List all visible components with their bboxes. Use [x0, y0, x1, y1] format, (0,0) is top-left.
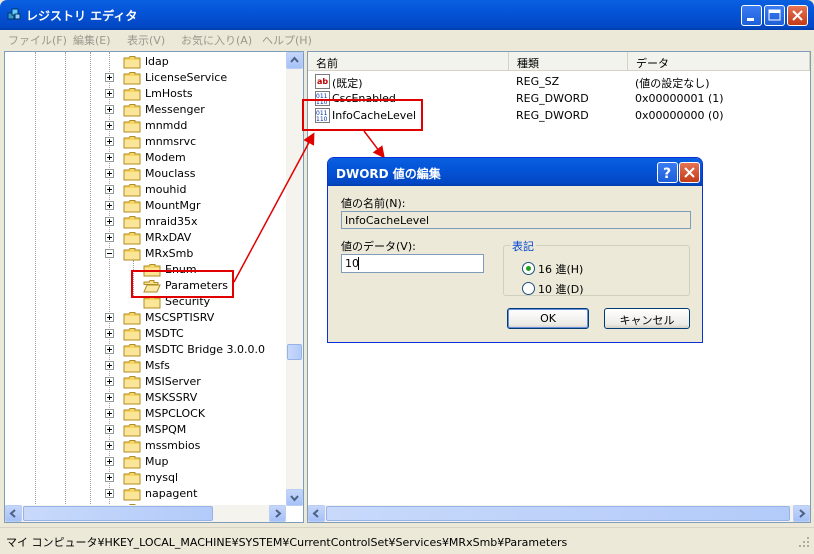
radio-dec[interactable]	[522, 282, 535, 295]
radio-hex-label[interactable]: 16 進(H)	[538, 261, 583, 277]
close-icon	[684, 167, 695, 178]
cancel-label: キャンセル	[619, 314, 675, 327]
radio-dec-label[interactable]: 10 進(D)	[538, 281, 584, 297]
cancel-button[interactable]: キャンセル	[604, 308, 690, 329]
dialog-close-button[interactable]	[679, 162, 700, 183]
value-data-label: 値のデータ(V):	[341, 240, 416, 253]
value-data-text: 10	[345, 257, 359, 270]
text-caret	[358, 257, 359, 270]
ok-label: OK	[540, 312, 556, 325]
help-button[interactable]: ?	[657, 162, 678, 183]
arrow-to-value	[233, 132, 315, 283]
value-name-label: 値の名前(N):	[341, 197, 406, 210]
svg-text:?: ?	[663, 166, 671, 182]
dialog-title-bar[interactable]: DWORD 値の編集 ?	[328, 158, 702, 186]
radio-hex[interactable]	[522, 262, 535, 275]
base-group-label: 表記	[510, 238, 536, 254]
value-name-text: InfoCacheLevel	[345, 214, 430, 227]
edit-dword-dialog: DWORD 値の編集 ? 値の名前(N): InfoCacheLevel 値のデ…	[327, 157, 703, 343]
value-data-input[interactable]: 10	[341, 254, 484, 273]
value-name-field: InfoCacheLevel	[341, 211, 691, 229]
registry-editor-window: レジストリ エディタ ファイル(F) 編集(E) 表示(V) お気に入り(A) …	[0, 0, 814, 554]
base-groupbox: 表記 16 進(H) 10 進(D)	[503, 238, 690, 297]
arrow-to-dialog	[363, 130, 385, 159]
dialog-title: DWORD 値の編集	[336, 167, 441, 181]
help-icon: ?	[663, 166, 671, 182]
ok-button[interactable]: OK	[507, 308, 589, 329]
